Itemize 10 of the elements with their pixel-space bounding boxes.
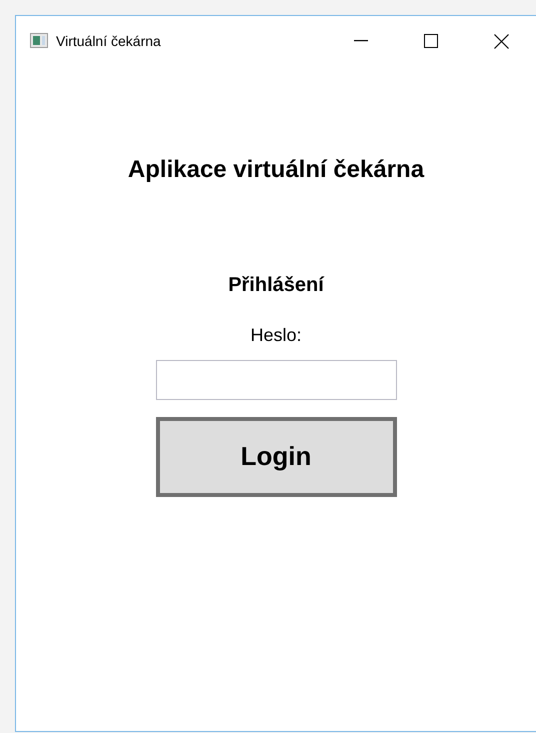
password-label: Heslo: xyxy=(250,324,302,346)
maximize-icon xyxy=(424,34,438,48)
app-icon xyxy=(30,33,48,49)
password-field[interactable] xyxy=(156,360,396,400)
minimize-icon xyxy=(354,40,368,42)
login-button[interactable]: Login xyxy=(156,416,396,496)
app-heading: Aplikace virtuální čekárna xyxy=(128,155,424,185)
close-icon xyxy=(494,34,508,48)
window-title: Virtuální čekárna xyxy=(56,32,161,50)
login-title: Přihlášení xyxy=(228,273,324,298)
